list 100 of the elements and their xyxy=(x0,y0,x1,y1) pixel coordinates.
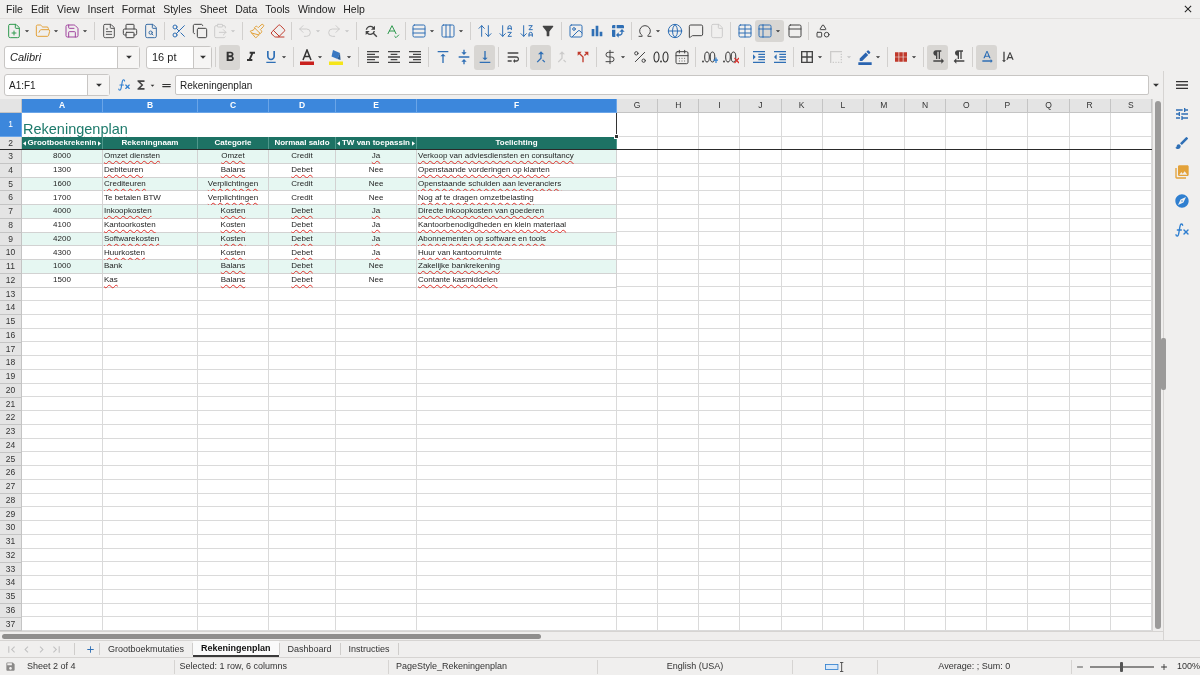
folder-icon xyxy=(35,23,51,39)
table-icon xyxy=(736,23,753,39)
menu-item[interactable]: Window xyxy=(297,3,336,15)
align-center-icon xyxy=(385,49,402,65)
column-header[interactable]: O xyxy=(946,99,988,113)
table-cell: Bank xyxy=(103,260,198,274)
pencil-line-icon xyxy=(857,49,873,65)
decimal-number-icon xyxy=(652,49,669,65)
scrollbar-thumb[interactable] xyxy=(1155,101,1161,629)
document-icon xyxy=(100,23,117,39)
font-size-field[interactable]: 16 pt xyxy=(147,46,193,68)
column-header[interactable]: N xyxy=(905,99,947,113)
left-to-right-button[interactable] xyxy=(927,44,948,70)
fill-handle[interactable] xyxy=(614,134,619,139)
sheet-tab[interactable]: Instructies xyxy=(340,641,398,657)
sheet-tab[interactable]: Rekeningenplan xyxy=(193,641,279,657)
column-header[interactable]: I xyxy=(699,99,741,113)
language-text[interactable]: English (USA) xyxy=(666,662,724,671)
table-cell: Credit xyxy=(269,191,336,205)
column-header[interactable]: C xyxy=(198,99,269,113)
omega-icon xyxy=(637,23,653,39)
align-left-icon xyxy=(364,49,381,65)
bold-button[interactable] xyxy=(219,44,240,70)
row-header[interactable]: 30 xyxy=(0,521,22,535)
row-header[interactable]: 14 xyxy=(0,301,22,315)
menu-item[interactable]: Data xyxy=(235,3,258,15)
row-header[interactable]: 35 xyxy=(0,590,22,604)
function-icon xyxy=(117,78,131,92)
function-wizard-button[interactable] xyxy=(116,76,132,94)
row-header[interactable]: 11 xyxy=(0,260,22,274)
menu-item[interactable]: Format xyxy=(121,3,156,15)
row-header[interactable]: 34 xyxy=(0,576,22,590)
row-header[interactable]: 19 xyxy=(0,370,22,384)
row-header[interactable]: 7 xyxy=(0,205,22,219)
table-cell: Nee xyxy=(336,191,417,205)
menu-item[interactable]: Styles xyxy=(163,3,192,15)
column-header[interactable]: D xyxy=(269,99,336,113)
sheet-tab[interactable]: Dashboard xyxy=(279,641,340,657)
table-cell: 4300 xyxy=(22,246,103,260)
name-box-field[interactable]: A1:F1 xyxy=(5,75,87,95)
zoom-slider-thumb[interactable] xyxy=(1120,661,1124,672)
row-header[interactable]: 6 xyxy=(0,191,22,205)
row-header[interactable]: 31 xyxy=(0,535,22,549)
formula-input-field[interactable]: Rekeningenplan xyxy=(175,75,1149,95)
table-cell: Openstaande vorderingen op klanten xyxy=(417,163,617,178)
column-header[interactable]: H xyxy=(658,99,700,113)
merge-center-button[interactable] xyxy=(530,44,551,70)
row-header[interactable]: 22 xyxy=(0,411,22,425)
row-header[interactable]: 27 xyxy=(0,480,22,494)
scrollbar-thumb[interactable] xyxy=(2,633,541,639)
column-header[interactable]: S xyxy=(1110,99,1152,113)
box-cursor-icon[interactable] xyxy=(824,661,845,672)
column-header[interactable]: Q xyxy=(1028,99,1070,113)
row-header[interactable]: 10 xyxy=(0,246,22,260)
highlighter-icon xyxy=(328,49,344,65)
column-header[interactable]: G xyxy=(617,99,659,113)
row-header[interactable]: 2 xyxy=(0,137,22,149)
column-header[interactable]: P xyxy=(987,99,1029,113)
align-bottom-button[interactable] xyxy=(474,44,495,70)
column-header[interactable]: L xyxy=(822,99,864,113)
row-header[interactable]: 18 xyxy=(0,356,22,370)
column-header[interactable]: A xyxy=(22,99,103,113)
menu-item[interactable]: Insert xyxy=(87,3,114,15)
functions-button[interactable] xyxy=(1173,222,1191,238)
undo-icon xyxy=(297,23,313,39)
navigator-button[interactable] xyxy=(1173,193,1191,209)
column-header[interactable]: R xyxy=(1069,99,1111,113)
row-header[interactable]: 26 xyxy=(0,466,22,480)
name-box[interactable]: A1:F1 xyxy=(4,74,110,96)
row-header[interactable]: 15 xyxy=(0,315,22,329)
close-button[interactable] xyxy=(1182,3,1194,15)
header-label: TW van toepassin xyxy=(342,139,410,147)
decimal-plus-icon xyxy=(701,49,718,65)
column-header[interactable]: B xyxy=(103,99,198,113)
menu-item[interactable]: Sheet xyxy=(199,3,228,15)
sheet-tab[interactable]: Grootboekmutaties xyxy=(100,641,193,657)
row-header[interactable]: 23 xyxy=(0,425,22,439)
table-arrows-icon xyxy=(609,23,626,39)
menu-item[interactable]: File xyxy=(6,3,23,15)
menu-item[interactable]: View xyxy=(57,3,80,15)
freeze-panes-button[interactable] xyxy=(755,20,784,42)
sidebar-collapse-handle[interactable] xyxy=(1161,338,1166,390)
menu-item[interactable]: Tools xyxy=(265,3,290,15)
function-icon xyxy=(1174,222,1190,238)
column-header[interactable]: E xyxy=(336,99,417,113)
text-left-to-right-button[interactable] xyxy=(976,44,997,70)
column-header[interactable]: F xyxy=(417,99,617,113)
font-size-combobox[interactable]: 16 pt xyxy=(146,45,212,69)
row-header[interactable]: 3 xyxy=(0,150,22,164)
column-header[interactable]: K xyxy=(781,99,823,113)
properties-button[interactable] xyxy=(1173,106,1191,122)
font-name-field[interactable]: Calibri xyxy=(5,46,117,68)
row-header[interactable]: 1 xyxy=(0,113,22,137)
menu-item[interactable]: Edit xyxy=(30,3,49,15)
column-header[interactable]: J xyxy=(740,99,782,113)
selection-info-text: Selected: 1 row, 6 columns xyxy=(179,662,288,671)
font-name-combobox[interactable]: Calibri xyxy=(4,45,140,69)
styles-button[interactable] xyxy=(1173,135,1191,151)
menu-item[interactable]: Help xyxy=(343,3,365,15)
column-header[interactable]: M xyxy=(863,99,905,113)
